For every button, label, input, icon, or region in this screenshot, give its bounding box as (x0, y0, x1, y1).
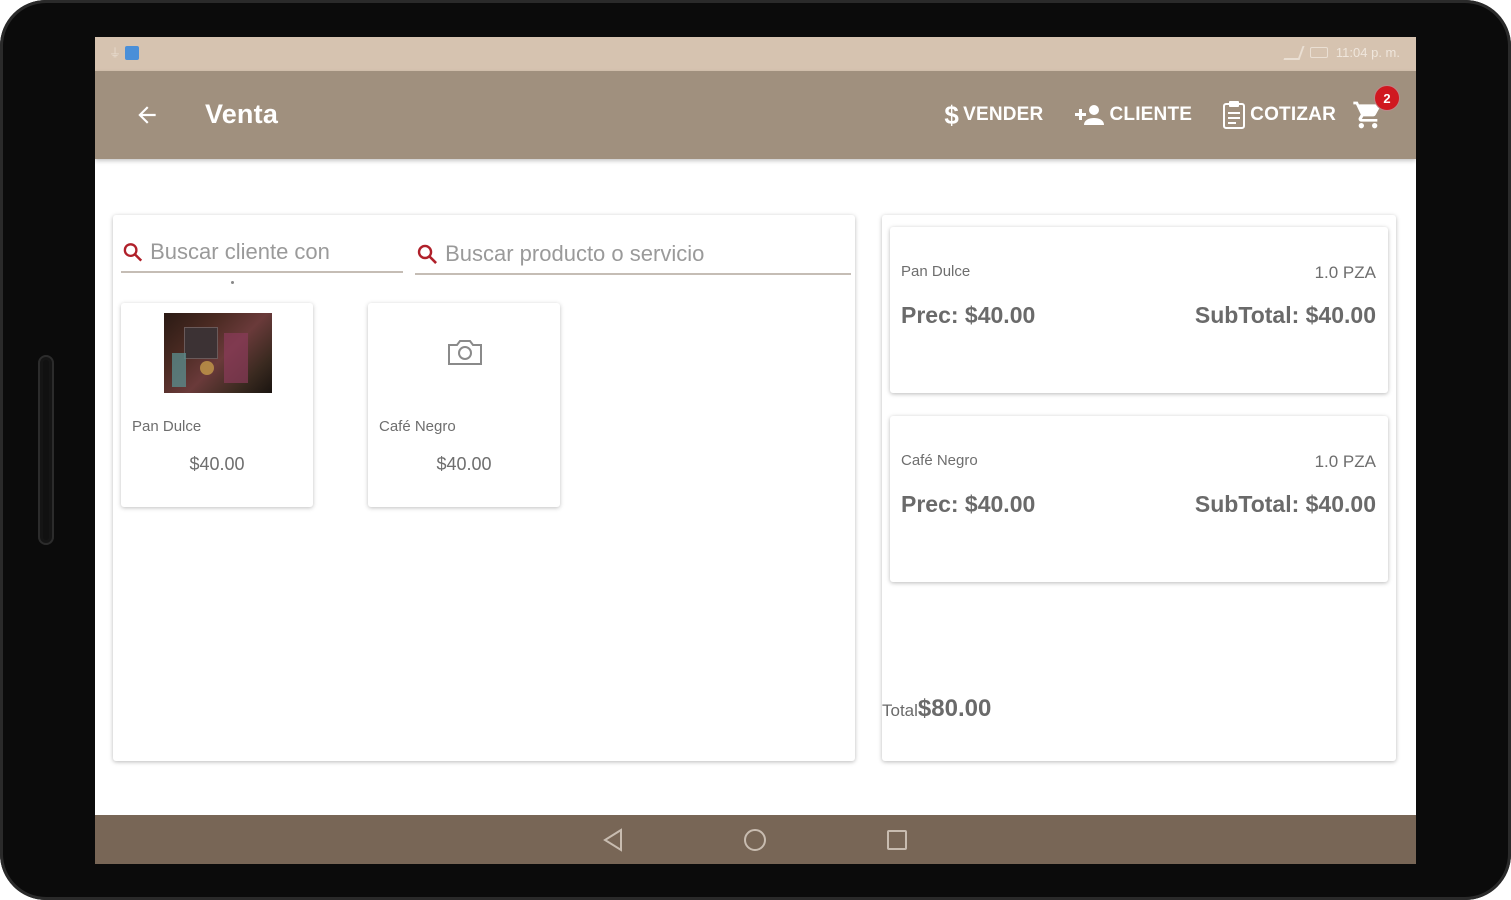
wifi-icon (1283, 45, 1305, 60)
device-side-button (38, 355, 54, 545)
product-search-input[interactable] (443, 240, 851, 268)
vender-button[interactable]: $ VENDER (944, 102, 1043, 128)
total-value: $80.00 (917, 695, 992, 722)
status-bar: ⏚ 11:04 p. m. (95, 37, 1416, 71)
back-button[interactable] (131, 99, 163, 131)
cart-total: Total $80.00 (882, 695, 991, 723)
cotizar-button[interactable]: COTIZAR (1222, 100, 1336, 130)
cart-item-subtotal: SubTotal: $40.00 (1194, 491, 1376, 517)
dollar-icon: $ (944, 100, 960, 130)
app-bar: Venta $ VENDER CLIENTE COTIZAR 2 (95, 71, 1416, 159)
product-search (415, 235, 851, 275)
tablet-frame: ⏚ 11:04 p. m. Venta $ VENDER CLIENTE COT… (0, 0, 1511, 900)
product-tile-cafe-negro[interactable]: Café Negro $40.00 (368, 303, 560, 507)
products-panel: Pan Dulce $40.00 Café Negro $40.00 (113, 215, 855, 761)
usb-icon: ⏚ (109, 46, 122, 60)
cart-panel: Pan Dulce 1.0 PZA Prec: $40.00 SubTotal:… (882, 215, 1396, 761)
cart-item-name: Café Negro (901, 452, 978, 469)
cotizar-label: COTIZAR (1250, 104, 1336, 125)
system-nav-bar (95, 815, 1416, 864)
product-tile-pan-dulce[interactable]: Pan Dulce $40.00 (121, 303, 313, 507)
screen: ⏚ 11:04 p. m. Venta $ VENDER CLIENTE COT… (95, 37, 1416, 864)
arrow-left-icon (138, 106, 156, 124)
nav-back-button[interactable] (599, 826, 627, 854)
cart-item-qty: 1.0 PZA (1314, 452, 1376, 471)
cart-item[interactable]: Pan Dulce 1.0 PZA Prec: $40.00 SubTotal:… (890, 227, 1388, 393)
cliente-label: CLIENTE (1109, 104, 1193, 125)
add-person-icon (1075, 105, 1105, 125)
nav-home-button[interactable] (741, 826, 769, 854)
cart-button[interactable]: 2 (1352, 85, 1400, 133)
page-title: Venta (205, 99, 279, 129)
search-icon (123, 243, 143, 262)
cart-item-qty: 1.0 PZA (1314, 263, 1376, 282)
cliente-button[interactable]: CLIENTE (1073, 103, 1192, 127)
cart-item[interactable]: Café Negro 1.0 PZA Prec: $40.00 SubTotal… (890, 416, 1388, 582)
cart-item-price: Prec: $40.00 (901, 302, 1036, 328)
nav-back-triangle-icon (603, 828, 622, 852)
product-price: $40.00 (189, 454, 245, 474)
cart-count-badge: 2 (1374, 85, 1400, 111)
status-time: 11:04 p. m. (1335, 45, 1400, 60)
toolbar-actions: $ VENDER CLIENTE COTIZAR (914, 97, 1336, 133)
search-icon (417, 244, 438, 264)
nav-recent-square-icon (887, 830, 907, 850)
product-price: $40.00 (436, 454, 492, 474)
client-search (121, 233, 403, 284)
notification-image-icon (125, 46, 139, 60)
cart-item-subtotal: SubTotal: $40.00 (1194, 302, 1376, 328)
product-photo (164, 313, 272, 393)
client-search-input[interactable] (148, 238, 403, 266)
dropdown-dot (231, 281, 234, 284)
nav-home-circle-icon (744, 829, 766, 851)
clipboard-icon (1223, 101, 1246, 129)
cart-item-price: Prec: $40.00 (901, 491, 1036, 517)
battery-icon (1309, 47, 1328, 58)
product-name: Pan Dulce (132, 418, 202, 435)
total-label: Total (882, 701, 918, 720)
camera-icon (448, 340, 482, 365)
vender-label: VENDER (963, 104, 1044, 125)
product-name: Café Negro (379, 418, 456, 435)
nav-recent-button[interactable] (883, 826, 911, 854)
cart-item-name: Pan Dulce (901, 263, 971, 280)
